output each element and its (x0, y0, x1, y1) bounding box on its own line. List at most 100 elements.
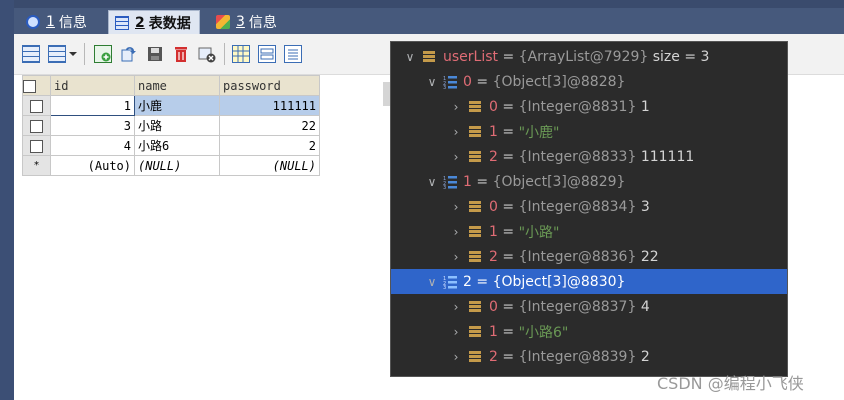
column-header-name[interactable]: name (134, 75, 220, 96)
chevron-right-icon[interactable]: › (449, 300, 463, 314)
duplicate-row-icon[interactable] (120, 45, 138, 63)
chevron-down-icon[interactable] (68, 45, 78, 63)
left-panel-edge (0, 0, 14, 400)
chevron-right-icon[interactable]: › (449, 200, 463, 214)
grid-view-icon[interactable] (232, 45, 250, 63)
insert-row-icon[interactable] (22, 45, 40, 63)
toolbar-divider (224, 43, 225, 65)
tab-table-data[interactable]: 2 表数据 (108, 10, 200, 34)
row-checkbox[interactable] (22, 135, 51, 156)
new-row[interactable]: * (Auto) (NULL) (NULL) (22, 155, 320, 176)
leaf-value: 111111 (640, 148, 695, 165)
field-icon (469, 301, 481, 312)
tab-bar: 1 信息 2 表数据 3 信息 (14, 8, 844, 34)
cell-password[interactable]: 22 (219, 115, 320, 136)
cell-id[interactable]: 1 (50, 95, 135, 116)
tree-node-root[interactable]: ∨ userList = {ArrayList@7929} size = 3 (391, 44, 787, 69)
tree-leaf[interactable]: › 0 = {Integer@8837} 4 (391, 294, 787, 319)
chevron-right-icon[interactable]: › (449, 100, 463, 114)
text-view-icon[interactable] (284, 45, 302, 63)
table-row[interactable]: 1 小鹿 111111 (22, 95, 320, 116)
field-icon (469, 326, 481, 337)
tree-leaf[interactable]: › 2 = {Integer@8839} 2 (391, 344, 787, 369)
table-row[interactable]: 4 小路6 2 (22, 135, 320, 156)
cell-id[interactable]: 3 (50, 115, 135, 136)
cell-password[interactable]: 111111 (219, 95, 320, 116)
leaf-index: 1 (489, 323, 498, 340)
field-icon (423, 51, 435, 62)
leaf-value: "小路6" (518, 324, 569, 341)
export-icon[interactable] (48, 45, 66, 63)
tree-leaf[interactable]: › 1 = "小路6" (391, 319, 787, 344)
field-icon (469, 226, 481, 237)
cell-name[interactable]: 小路 (134, 115, 220, 136)
element-index: 0 (463, 73, 472, 90)
delete-icon[interactable] (172, 45, 190, 63)
variable-type: {ArrayList@7929} (518, 48, 649, 65)
tree-leaf[interactable]: › 2 = {Integer@8836} 22 (391, 244, 787, 269)
tab-info-1[interactable]: 1 信息 (20, 10, 95, 34)
tree-leaf[interactable]: › 0 = {Integer@8834} 3 (391, 194, 787, 219)
element-type: {Object[3]@8830} (492, 273, 626, 290)
row-checkbox[interactable] (22, 95, 51, 116)
leaf-type: {Integer@8834} (518, 198, 637, 215)
tree-leaf[interactable]: › 0 = {Integer@8831} 1 (391, 94, 787, 119)
grid-header-row: id name password (22, 75, 320, 96)
chevron-right-icon[interactable]: › (449, 225, 463, 239)
tree-leaf[interactable]: › 1 = "小路" (391, 219, 787, 244)
cell-name[interactable]: 小路6 (134, 135, 220, 156)
chevron-right-icon[interactable]: › (449, 250, 463, 264)
tree-leaf[interactable]: › 1 = "小鹿" (391, 119, 787, 144)
svg-text:3: 3 (443, 185, 446, 189)
leaf-type: {Integer@8839} (518, 348, 637, 365)
tree-node-element[interactable]: ∨ 123 1 = {Object[3]@8829} (391, 169, 787, 194)
leaf-type: {Integer@8837} (518, 298, 637, 315)
cell-name[interactable]: (NULL) (134, 155, 220, 176)
add-row-icon[interactable] (94, 45, 112, 63)
chevron-down-icon[interactable]: ∨ (425, 175, 439, 189)
leaf-index: 0 (489, 298, 498, 315)
tab-number: 3 (236, 14, 245, 30)
tree-node-element-selected[interactable]: ∨ 123 2 = {Object[3]@8830} (391, 269, 787, 294)
chevron-right-icon[interactable]: › (449, 125, 463, 139)
chevron-right-icon[interactable]: › (449, 150, 463, 164)
chevron-down-icon[interactable]: ∨ (425, 75, 439, 89)
form-view-icon[interactable] (258, 45, 276, 63)
leaf-index: 2 (489, 248, 498, 265)
field-icon (469, 351, 481, 362)
tab-info-3[interactable]: 3 信息 (210, 10, 285, 34)
array-icon: 123 (443, 275, 457, 291)
select-all-checkbox[interactable] (22, 75, 51, 96)
svg-text:3: 3 (443, 285, 446, 289)
cancel-changes-icon[interactable] (198, 45, 216, 63)
variable-size: size = 3 (652, 48, 710, 65)
leaf-index: 1 (489, 123, 498, 140)
chevron-down-icon[interactable]: ∨ (425, 275, 439, 289)
column-header-password[interactable]: password (219, 75, 320, 96)
window-top-strip (14, 0, 844, 8)
leaf-index: 2 (489, 148, 498, 165)
cell-id[interactable]: 4 (50, 135, 135, 156)
tree-node-element[interactable]: ∨ 123 0 = {Object[3]@8828} (391, 69, 787, 94)
chevron-down-icon[interactable]: ∨ (403, 50, 417, 64)
tab-label: 信息 (58, 15, 87, 31)
leaf-index: 0 (489, 98, 498, 115)
chevron-right-icon[interactable]: › (449, 350, 463, 364)
row-checkbox[interactable] (22, 115, 51, 136)
save-icon[interactable] (146, 45, 164, 63)
column-header-id[interactable]: id (50, 75, 135, 96)
variable-name: userList (443, 48, 499, 65)
tree-leaf[interactable]: › 2 = {Integer@8833} 111111 (391, 144, 787, 169)
leaf-type: {Integer@8833} (518, 148, 637, 165)
leaf-type: {Integer@8836} (518, 248, 637, 265)
cell-name[interactable]: 小鹿 (134, 95, 220, 116)
table-row[interactable]: 3 小路 22 (22, 115, 320, 136)
toolbar-divider (84, 43, 85, 65)
tab-label: 表数据 (148, 15, 191, 32)
cell-password[interactable]: 2 (219, 135, 320, 156)
chevron-right-icon[interactable]: › (449, 325, 463, 339)
field-icon (469, 151, 481, 162)
cell-id[interactable]: (Auto) (50, 155, 135, 176)
cell-password[interactable]: (NULL) (219, 155, 320, 176)
tab-number: 1 (46, 14, 55, 30)
